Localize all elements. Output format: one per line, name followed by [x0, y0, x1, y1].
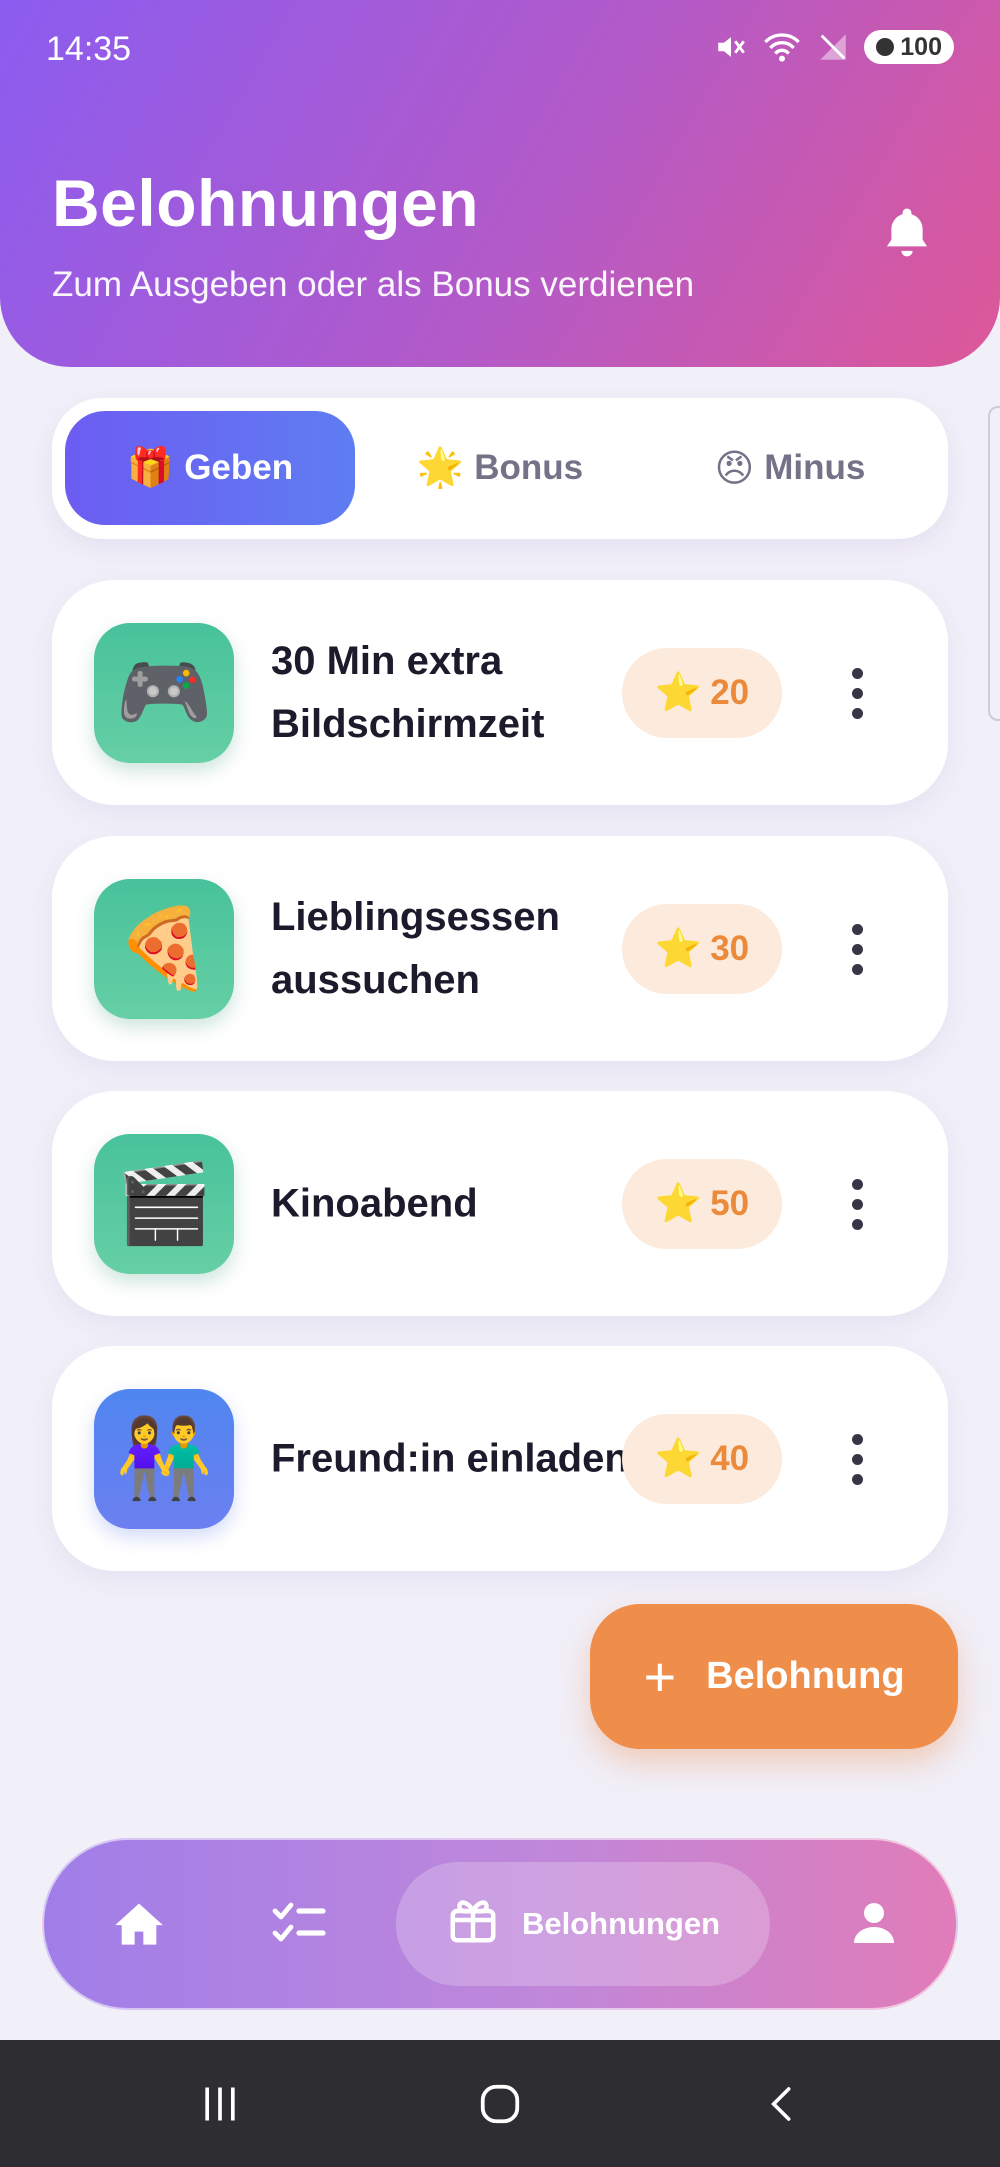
angry-face-icon: 😠 [714, 447, 755, 490]
reward-title: Lieblingsessen aussuchen [271, 894, 560, 1002]
gift-icon: 🎁 [126, 447, 175, 489]
reward-card[interactable]: 🍕 Lieblingsessen aussuchen ⭐ 30 [52, 836, 948, 1061]
reward-cost: ⭐ 20 [622, 648, 782, 738]
bell-icon[interactable] [880, 204, 934, 267]
cost-value: 30 [710, 929, 750, 968]
bottom-nav: Belohnungen [42, 1838, 958, 2010]
wifi-icon [762, 30, 802, 64]
status-icons: 100 [714, 30, 954, 64]
reward-cost: ⭐ 50 [622, 1159, 782, 1249]
cost-value: 40 [710, 1439, 750, 1478]
gamepad-icon: 🎮 [94, 623, 234, 763]
more-options-button[interactable] [832, 914, 882, 984]
reward-tabs: 🎁 Geben 🌟 Bonus 😠 Minus [52, 398, 948, 539]
nav-rewards-label: Belohnungen [521, 1906, 721, 1941]
star-icon: ⭐ [654, 928, 703, 970]
cost-value: 50 [710, 1184, 750, 1223]
more-options-button[interactable] [832, 658, 882, 728]
plus-icon: + [643, 1644, 677, 1708]
tab-geben[interactable]: 🎁 Geben [65, 411, 355, 525]
friends-icon: 👫 [94, 1389, 234, 1529]
nav-tasks[interactable] [264, 1890, 334, 1960]
pizza-icon: 🍕 [94, 879, 234, 1019]
nav-profile[interactable] [839, 1890, 909, 1960]
reward-card[interactable]: 🎬 Kinoabend ⭐ 50 [52, 1091, 948, 1316]
header: 14:35 100 Belohnungen Zum Ausgeben oder … [0, 0, 1000, 367]
page-subtitle: Zum Ausgeben oder als Bonus verdienen [52, 265, 695, 304]
cost-value: 20 [710, 673, 750, 712]
recent-apps-button[interactable] [190, 2040, 250, 2167]
back-button[interactable] [752, 2040, 812, 2167]
tab-minus[interactable]: 😠 Minus [645, 411, 935, 525]
tab-label: Bonus [474, 448, 584, 487]
reward-cost: ⭐ 30 [622, 904, 782, 994]
scroll-indicator[interactable] [988, 406, 1000, 721]
reward-card[interactable]: 👫 Freund:in einladen ⭐ 40 [52, 1346, 948, 1571]
shield-icon [876, 38, 895, 56]
star-icon: ⭐ [654, 1183, 703, 1225]
profile-icon [850, 1899, 898, 1952]
clapper-icon: 🎬 [94, 1134, 234, 1274]
nav-home[interactable] [104, 1890, 174, 1960]
add-reward-label: Belohnung [706, 1655, 905, 1697]
tab-label: Minus [764, 448, 866, 487]
more-options-button[interactable] [832, 1169, 882, 1239]
battery-indicator: 100 [864, 30, 954, 64]
system-nav-bar [0, 2040, 1000, 2167]
tab-label: Geben [184, 448, 294, 487]
nav-rewards[interactable]: Belohnungen [396, 1862, 770, 1986]
no-signal-icon [816, 30, 850, 64]
page-title: Belohnungen [52, 166, 480, 240]
reward-cost: ⭐ 40 [622, 1414, 782, 1504]
home-icon [113, 1899, 165, 1952]
reward-title: Freund:in einladen [271, 1436, 629, 1480]
add-reward-button[interactable]: + Belohnung [590, 1604, 958, 1749]
gift-icon [446, 1893, 500, 1955]
home-button[interactable] [470, 2040, 530, 2167]
mute-icon [714, 30, 748, 64]
reward-title: Kinoabend [271, 1181, 478, 1225]
glowing-star-icon: 🌟 [416, 447, 465, 489]
reward-card[interactable]: 🎮 30 Min extra Bildschirmzeit ⭐ 20 [52, 580, 948, 805]
tab-bonus[interactable]: 🌟 Bonus [355, 411, 645, 525]
battery-level: 100 [900, 32, 942, 61]
more-options-button[interactable] [832, 1424, 882, 1494]
star-icon: ⭐ [654, 1438, 703, 1480]
reward-title: 30 Min extra Bildschirmzeit [271, 638, 545, 746]
status-time: 14:35 [46, 30, 132, 68]
tasks-icon [271, 1899, 327, 1952]
star-icon: ⭐ [654, 672, 703, 714]
